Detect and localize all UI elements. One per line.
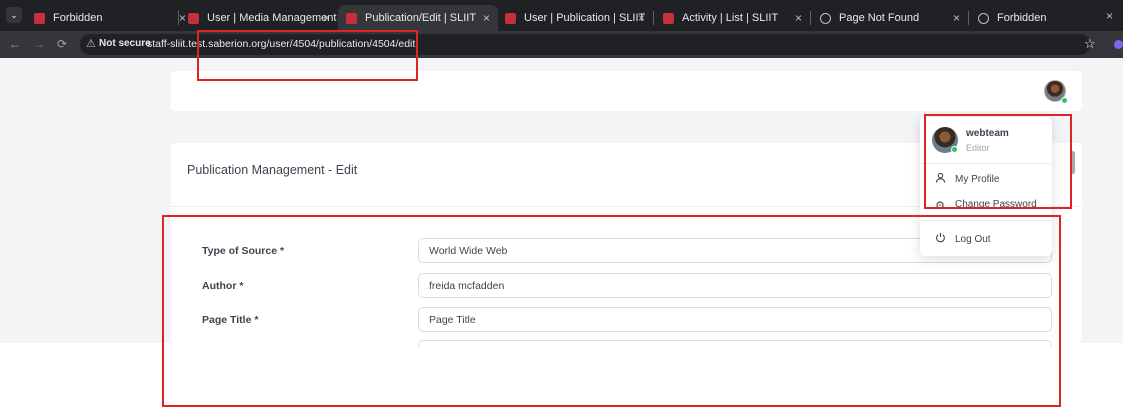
online-status-dot xyxy=(1061,97,1068,104)
tab-page-not-found[interactable]: Page Not Found × xyxy=(812,5,968,31)
globe-icon xyxy=(978,12,989,24)
tab-forbidden[interactable]: Forbidden × xyxy=(26,5,194,31)
annotation-box-form xyxy=(162,215,1061,407)
tab-user-publication[interactable]: User | Publication | SLIIT × xyxy=(497,5,653,31)
tab-divider xyxy=(968,11,969,25)
warning-icon[interactable]: ⚠ xyxy=(86,37,96,50)
tab-activity-list[interactable]: Activity | List | SLIIT × xyxy=(655,5,810,31)
site-favicon-icon xyxy=(505,12,516,24)
reload-icon[interactable]: ⟳ xyxy=(57,37,67,51)
back-icon[interactable]: ← xyxy=(9,37,21,51)
close-tab-icon[interactable]: × xyxy=(483,11,490,25)
tab-forbidden-2[interactable]: Forbidden xyxy=(970,5,1086,31)
site-favicon-icon xyxy=(663,12,674,24)
site-favicon-icon xyxy=(188,12,199,24)
not-secure-label[interactable]: Not secure xyxy=(99,38,151,49)
card-title: Publication Management - Edit xyxy=(187,163,358,177)
site-favicon-icon xyxy=(346,12,357,24)
tab-divider xyxy=(653,11,654,25)
tab-divider xyxy=(178,11,179,25)
tab-media-management[interactable]: User | Media Management | Si × xyxy=(180,5,338,31)
globe-icon xyxy=(820,12,831,24)
close-tab-icon[interactable]: × xyxy=(953,11,960,25)
annotation-box-url xyxy=(197,30,418,81)
forward-icon[interactable]: → xyxy=(33,37,45,51)
close-tab-icon[interactable]: × xyxy=(323,11,330,25)
site-favicon-icon xyxy=(34,12,45,24)
annotation-box-user-menu xyxy=(924,114,1072,209)
close-tab-icon[interactable]: × xyxy=(795,11,802,25)
close-tab-icon[interactable]: × xyxy=(1106,9,1113,23)
bookmark-star-icon[interactable]: ☆ xyxy=(1084,36,1096,52)
tab-divider xyxy=(810,11,811,25)
extension-icon[interactable] xyxy=(1114,40,1123,49)
tab-publication-edit[interactable]: Publication/Edit | SLIIT × xyxy=(338,5,498,31)
close-tab-icon[interactable]: × xyxy=(638,11,645,25)
address-bar: ← → ⟳ ⚠ Not secure staff-sliit.test.sabe… xyxy=(0,31,1123,58)
tab-search-icon[interactable]: ⌄ xyxy=(6,7,22,23)
browser-tab-strip: ⌄ Forbidden × User | Media Management | … xyxy=(0,0,1123,31)
